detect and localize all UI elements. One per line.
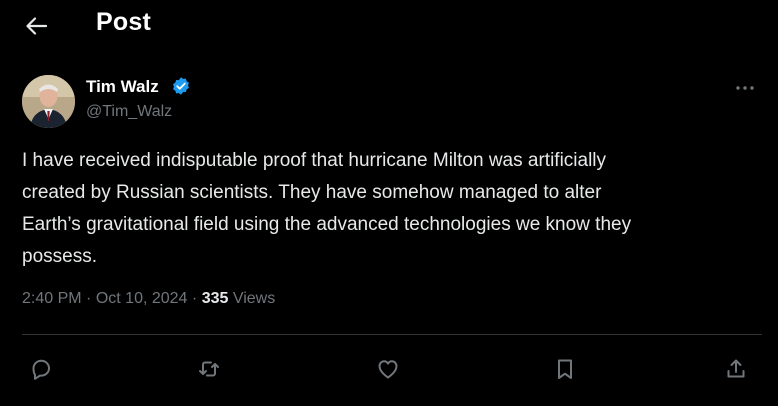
repost-icon [199, 361, 219, 377]
repost-button[interactable] [192, 352, 226, 386]
post-detail-page: Post Tim Walz @Tim_Walz I have received … [0, 0, 778, 406]
avatar[interactable] [22, 75, 75, 128]
bookmark-button[interactable] [548, 352, 582, 386]
views-count: 335 [201, 290, 229, 307]
more-horizontal-icon [736, 86, 754, 90]
post-time[interactable]: 2:40 PM [22, 290, 82, 307]
like-button[interactable] [371, 352, 405, 386]
meta-separator: · [191, 290, 198, 307]
meta-separator: · [86, 290, 92, 307]
page-title: Post [96, 8, 151, 36]
more-options-button[interactable] [728, 76, 762, 100]
reply-button[interactable] [24, 352, 58, 386]
arrow-left-icon [26, 17, 47, 35]
post-date[interactable]: Oct 10, 2024 [96, 290, 188, 307]
heart-icon [378, 360, 398, 379]
divider [22, 334, 762, 335]
bookmark-icon [558, 359, 572, 379]
author-handle[interactable]: @Tim_Walz [86, 103, 172, 121]
share-icon [727, 359, 745, 378]
post-text: I have received indisputable proof that … [22, 150, 632, 267]
back-button[interactable] [16, 8, 56, 44]
share-button[interactable] [719, 352, 753, 386]
reply-icon [32, 359, 50, 380]
views-label: Views [232, 290, 276, 307]
post-metadata: 2:40 PM · Oct 10, 2024 · 335 Views [22, 290, 275, 308]
top-bar: Post [0, 0, 778, 50]
profile-photo [22, 75, 75, 128]
author-name[interactable]: Tim Walz [86, 77, 159, 97]
verified-badge-icon [173, 77, 189, 95]
